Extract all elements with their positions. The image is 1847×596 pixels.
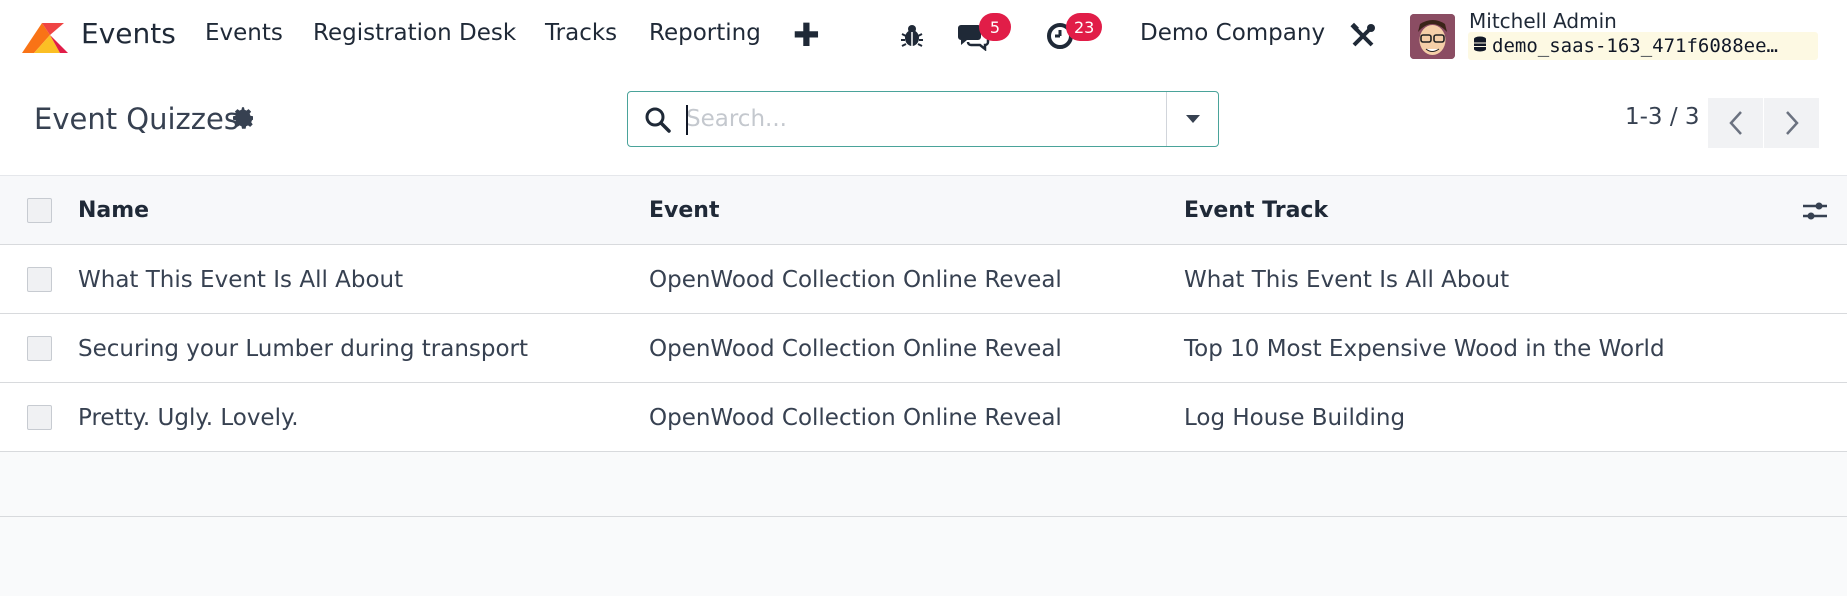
database-name: demo_saas-163_471f6088ee… — [1492, 35, 1778, 57]
gear-icon[interactable] — [232, 106, 256, 130]
select-all-checkbox[interactable] — [27, 198, 52, 223]
table-row[interactable]: What This Event Is All About OpenWood Co… — [0, 245, 1847, 314]
table-row[interactable]: Securing your Lumber during transport Op… — [0, 314, 1847, 383]
cell-event-track[interactable]: Log House Building — [1184, 405, 1405, 431]
row-checkbox[interactable] — [27, 405, 52, 430]
table-header: Name Event Event Track — [0, 176, 1847, 245]
menu-item-reporting[interactable]: Reporting — [649, 20, 761, 46]
column-header-event-track[interactable]: Event Track — [1184, 198, 1328, 223]
chevron-right-icon — [1785, 111, 1799, 135]
search-input[interactable] — [686, 100, 1186, 138]
menu-item-registration-desk[interactable]: Registration Desk — [313, 20, 516, 46]
pager-value[interactable]: 1-3 / 3 — [1625, 104, 1700, 130]
search-options-toggle[interactable] — [1166, 92, 1218, 146]
cell-event-track[interactable]: Top 10 Most Expensive Wood in the World — [1184, 336, 1665, 362]
search-bar — [627, 91, 1219, 147]
menu-item-tracks[interactable]: Tracks — [545, 20, 617, 46]
chevron-left-icon — [1728, 111, 1742, 135]
cell-name[interactable]: Securing your Lumber during transport — [78, 336, 528, 362]
app-name[interactable]: Events — [81, 17, 176, 50]
caret-down-icon — [1185, 115, 1200, 123]
menu-item-events[interactable]: Events — [205, 20, 283, 46]
pager-previous-button[interactable] — [1708, 98, 1763, 148]
row-checkbox[interactable] — [27, 336, 52, 361]
cell-name[interactable]: Pretty. Ugly. Lovely. — [78, 405, 299, 431]
app-logo-icon[interactable] — [20, 19, 70, 55]
column-header-event[interactable]: Event — [649, 198, 719, 223]
control-panel: Event Quizzes 1-3 / 3 — [0, 72, 1847, 176]
table-footer-empty — [0, 452, 1847, 517]
cell-event[interactable]: OpenWood Collection Online Reveal — [649, 336, 1062, 362]
cell-event-track[interactable]: What This Event Is All About — [1184, 267, 1509, 293]
database-icon — [1474, 35, 1486, 57]
activities-badge: 23 — [1066, 13, 1103, 41]
database-chip: demo_saas-163_471f6088ee… — [1468, 32, 1818, 60]
text-cursor — [686, 105, 688, 135]
messages-badge: 5 — [979, 13, 1011, 41]
page-title: Event Quizzes — [34, 102, 239, 136]
row-checkbox[interactable] — [27, 267, 52, 292]
search-icon[interactable] — [644, 106, 672, 134]
top-navbar: Events Events Registration Desk Tracks R… — [0, 0, 1847, 72]
tools-icon[interactable] — [1345, 18, 1381, 54]
optional-columns-icon[interactable] — [1800, 196, 1830, 226]
user-name[interactable]: Mitchell Admin — [1469, 9, 1617, 33]
cell-event[interactable]: OpenWood Collection Online Reveal — [649, 267, 1062, 293]
plus-icon[interactable]: ✚ — [793, 16, 820, 54]
company-switcher[interactable]: Demo Company — [1140, 20, 1325, 46]
cell-name[interactable]: What This Event Is All About — [78, 267, 403, 293]
column-header-name[interactable]: Name — [78, 198, 149, 223]
table-row[interactable]: Pretty. Ugly. Lovely. OpenWood Collectio… — [0, 383, 1847, 452]
bug-icon[interactable] — [894, 18, 930, 54]
avatar[interactable] — [1410, 14, 1455, 59]
list-table: Name Event Event Track What This Event I… — [0, 176, 1847, 517]
cell-event[interactable]: OpenWood Collection Online Reveal — [649, 405, 1062, 431]
pager-next-button[interactable] — [1764, 98, 1819, 148]
